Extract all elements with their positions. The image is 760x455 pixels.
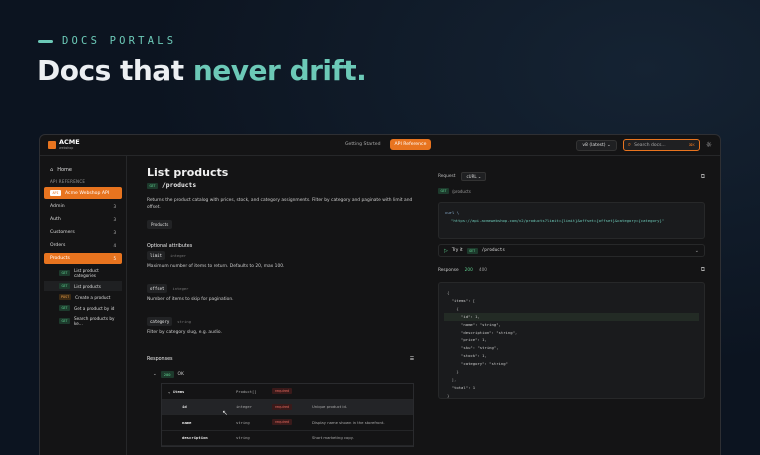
endpoint-path: /products [162, 182, 197, 189]
sidebar-item-customers[interactable]: Customers 3 [44, 227, 122, 238]
main-content: List products GET /products Returns the … [147, 166, 437, 335]
eyebrow: DOCS PORTALS [38, 35, 176, 47]
sidebar-endpoint[interactable]: GET Search products by ke... [44, 314, 122, 328]
optional-attributes-title: Optional attributes [147, 244, 193, 249]
endpoint-description: Returns the product catalog with prices,… [147, 198, 413, 210]
sidebar-item-api[interactable]: API Acme Webshop API [44, 187, 122, 199]
request-panel: Request cURL ⌄ ⧉ GET/products curl \ "ht… [438, 172, 705, 399]
top-bar: ACME webshop Getting Started API Referenc… [40, 135, 720, 156]
search-shortcut: ⌘K [688, 143, 695, 147]
chevron-down-icon: ⌄ [477, 174, 482, 179]
table-row[interactable]: description string Short marketing copy. [162, 431, 413, 446]
sidebar-item-home[interactable]: ⌂ Home [44, 164, 122, 176]
app-window: ACME webshop Getting Started API Referenc… [39, 134, 721, 455]
attribute-offset: offset integer [147, 284, 437, 293]
nav-tabs: Getting Started API Reference [340, 139, 432, 150]
response-200-toggle[interactable]: ⌄ 200 OK [147, 371, 414, 378]
sidebar-item-admin[interactable]: Admin 3 [44, 201, 122, 212]
sidebar-endpoint-active[interactable]: GET List products [44, 281, 122, 291]
sidebar-endpoint[interactable]: GET Get a product by id [44, 303, 122, 313]
chevron-down-icon: ⌄ [606, 142, 611, 148]
search-placeholder: Search docs... [634, 142, 666, 148]
curl-code-block: curl \ "https://api.acmewebshop.com/v2/p… [438, 202, 705, 239]
copy-icon[interactable]: ⧉ [701, 266, 705, 274]
tab-getting-started[interactable]: Getting Started [340, 139, 386, 150]
copy-icon[interactable]: ⧉ [701, 173, 705, 181]
curl-command: curl \ [445, 210, 460, 215]
chevron-down-icon: ⌄ [694, 247, 699, 254]
sidebar-item-orders[interactable]: Orders 4 [44, 240, 122, 251]
search-input[interactable]: ⌕ Search docs... ⌘K [622, 139, 700, 151]
request-endpoint: GET/products [438, 188, 705, 194]
try-it-button[interactable]: ▷ Try it GET /products ⌄ [438, 244, 705, 257]
api-badge: API [50, 190, 61, 196]
sidebar-item-auth[interactable]: Auth 3 [44, 214, 122, 225]
eyebrow-bar [38, 39, 53, 43]
theme-toggle-icon[interactable]: ☼ [706, 141, 712, 149]
sidebar-endpoint[interactable]: POST Create a product [44, 292, 122, 302]
sidebar-endpoint[interactable]: GET List product categories [44, 266, 122, 280]
top-right-controls: v8 (latest) ⌄ ⌕ Search docs... ⌘K ☼ [576, 139, 712, 151]
request-label: Request [438, 174, 456, 179]
response-label: Response [438, 267, 459, 273]
home-icon: ⌂ [50, 167, 54, 173]
eyebrow-text: DOCS PORTALS [62, 35, 177, 47]
mouse-cursor-icon: ↖ [222, 409, 228, 417]
sidebar-item-products[interactable]: Products 5 [44, 253, 122, 264]
response-schema-table: ⌄ items Product[] required id integer requir… [161, 383, 414, 447]
table-row[interactable]: name string required Display name shown in … [162, 415, 413, 431]
language-select[interactable]: cURL ⌄ [461, 172, 487, 181]
headline-plain: Docs that [37, 54, 193, 87]
sidebar: ⌂ Home API REFERENCE API Acme Webshop API … [40, 156, 127, 455]
response-json-block: { "items": [ { "id": 1, "name": "string"… [438, 282, 705, 399]
responses-title: Responses [147, 357, 173, 362]
brand-logo[interactable]: ACME webshop [48, 139, 80, 151]
attribute-desc: Filter by category slug, e.g. audio. [147, 330, 222, 335]
tab-api-reference[interactable]: API Reference [389, 139, 432, 150]
tab-response-400[interactable]: 400 [479, 268, 487, 273]
cart-icon [48, 141, 56, 149]
table-row[interactable]: id integer required Unique product id. [162, 399, 413, 415]
page-title: List products [147, 166, 229, 179]
tag-chip[interactable]: Products [147, 220, 173, 229]
chevron-down-icon: ⌄ [153, 372, 157, 377]
responses-section: Responses ☰ ⌄ 200 OK ⌄ items Product[] requir… [147, 357, 414, 447]
search-icon: ⌕ [627, 141, 632, 148]
curl-url: "https://api.acmewebshop.com/v2/products… [451, 218, 665, 223]
table-row[interactable]: ⌄ items Product[] required [162, 384, 413, 400]
play-icon: ▷ [444, 247, 448, 254]
attribute-category: category string [147, 317, 437, 326]
tab-response-200[interactable]: 200 [465, 268, 473, 273]
headline: Docs that never drift. [37, 54, 367, 87]
list-icon[interactable]: ☰ [410, 357, 414, 362]
sidebar-section-title: API REFERENCE [50, 179, 86, 184]
method-badge: GET [147, 182, 158, 189]
attribute-limit: limit integer [147, 251, 437, 260]
version-select[interactable]: v8 (latest) ⌄ [576, 139, 617, 151]
headline-accent: never drift. [192, 54, 367, 87]
endpoint: GET /products [147, 182, 437, 189]
